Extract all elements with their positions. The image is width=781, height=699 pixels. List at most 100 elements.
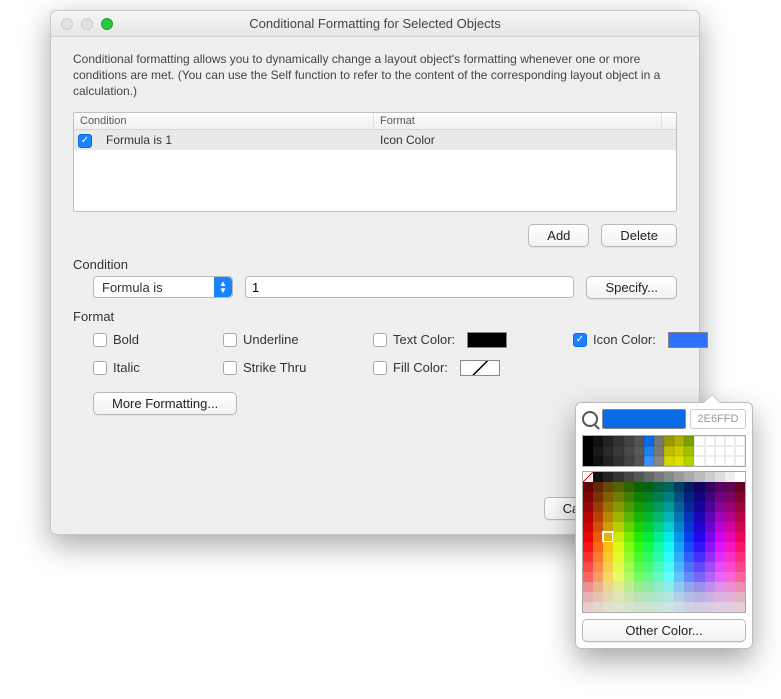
palette-cell[interactable] [664, 482, 674, 492]
palette-cell[interactable] [613, 502, 623, 512]
palette-cell[interactable] [694, 532, 704, 542]
palette-cell[interactable] [624, 552, 634, 562]
list-row[interactable]: ✓ Formula is 1 Icon Color [74, 130, 676, 150]
palette-cell[interactable] [664, 562, 674, 572]
palette-cell[interactable] [664, 582, 674, 592]
hex-value[interactable]: 2E6FFD [690, 409, 746, 429]
palette-cell[interactable] [593, 562, 603, 572]
palette-cell[interactable] [654, 522, 664, 532]
palette-cell[interactable] [715, 532, 725, 542]
palette-cell[interactable] [684, 542, 694, 552]
palette-cell[interactable] [624, 472, 634, 482]
palette-cell[interactable] [624, 456, 634, 466]
palette-cell[interactable] [613, 592, 623, 602]
palette-cell[interactable] [624, 446, 634, 456]
palette-cell[interactable] [674, 572, 684, 582]
palette-cell[interactable] [624, 436, 634, 446]
palette-cell[interactable] [694, 502, 704, 512]
palette-cell[interactable] [705, 552, 715, 562]
palette-cell[interactable] [725, 502, 735, 512]
icon-color-swatch[interactable] [668, 332, 708, 348]
palette-cell[interactable] [725, 562, 735, 572]
palette-cell[interactable] [664, 472, 674, 482]
palette-cell[interactable] [674, 502, 684, 512]
palette-cell[interactable] [725, 552, 735, 562]
palette-cell[interactable] [664, 592, 674, 602]
palette-cell[interactable] [705, 602, 715, 612]
palette-cell[interactable] [634, 446, 644, 456]
palette-cell[interactable] [634, 512, 644, 522]
palette-cell[interactable] [634, 552, 644, 562]
palette-cell[interactable] [634, 582, 644, 592]
palette-cell[interactable] [674, 582, 684, 592]
palette-cell[interactable] [593, 572, 603, 582]
palette-cell[interactable] [684, 492, 694, 502]
palette-cell[interactable] [634, 456, 644, 466]
palette-cell[interactable] [664, 522, 674, 532]
palette-cell[interactable] [583, 512, 593, 522]
palette-cell[interactable] [705, 436, 715, 446]
palette-cell[interactable] [684, 472, 694, 482]
palette-cell[interactable] [715, 436, 725, 446]
palette-cell[interactable] [705, 482, 715, 492]
palette-cell[interactable] [583, 562, 593, 572]
palette-cell[interactable] [684, 582, 694, 592]
palette-cell[interactable] [593, 532, 603, 542]
palette-cell[interactable] [715, 482, 725, 492]
palette-cell[interactable] [664, 572, 674, 582]
palette-cell[interactable] [644, 492, 654, 502]
palette-cell[interactable] [634, 436, 644, 446]
bold-checkbox[interactable]: Bold [93, 332, 223, 347]
palette-cell[interactable] [624, 522, 634, 532]
palette-cell[interactable] [715, 592, 725, 602]
palette-cell[interactable] [684, 446, 694, 456]
more-formatting-button[interactable]: More Formatting... [93, 392, 237, 415]
palette-cell[interactable] [735, 472, 745, 482]
palette-cell[interactable] [735, 572, 745, 582]
palette-cell[interactable] [644, 472, 654, 482]
palette-cell[interactable] [644, 502, 654, 512]
specify-button[interactable]: Specify... [586, 276, 677, 299]
palette-cell[interactable] [583, 572, 593, 582]
palette-cell[interactable] [603, 542, 613, 552]
palette-cell[interactable] [674, 592, 684, 602]
palette-cell[interactable] [654, 502, 664, 512]
palette-cell[interactable] [593, 492, 603, 502]
palette-cell[interactable] [603, 502, 613, 512]
palette-cell[interactable] [583, 482, 593, 492]
palette-cell[interactable] [634, 542, 644, 552]
underline-checkbox[interactable]: Underline [223, 332, 373, 347]
palette-cell[interactable] [735, 512, 745, 522]
palette-cell[interactable] [684, 512, 694, 522]
palette-cell[interactable] [583, 472, 593, 482]
palette-cell[interactable] [613, 582, 623, 592]
palette-cell[interactable] [644, 602, 654, 612]
palette-cell[interactable] [684, 602, 694, 612]
palette-cell[interactable] [705, 512, 715, 522]
add-button[interactable]: Add [528, 224, 589, 247]
palette-cell[interactable] [583, 522, 593, 532]
palette-cell[interactable] [654, 446, 664, 456]
palette-cell[interactable] [715, 562, 725, 572]
palette-cell[interactable] [705, 472, 715, 482]
palette-cell[interactable] [593, 446, 603, 456]
palette-cell[interactable] [644, 592, 654, 602]
fill-color-checkbox[interactable]: Fill Color: [373, 360, 573, 376]
palette-cell[interactable] [725, 602, 735, 612]
palette-cell[interactable] [735, 502, 745, 512]
palette-cell[interactable] [694, 472, 704, 482]
palette-cell[interactable] [583, 582, 593, 592]
palette-top[interactable] [582, 435, 746, 467]
condition-type-select[interactable]: Formula is ▲▼ [93, 276, 233, 298]
palette-cell[interactable] [735, 456, 745, 466]
palette-cell[interactable] [674, 482, 684, 492]
palette-cell[interactable] [613, 552, 623, 562]
palette-cell[interactable] [715, 522, 725, 532]
palette-cell[interactable] [735, 532, 745, 542]
palette-cell[interactable] [654, 482, 664, 492]
palette-cell[interactable] [654, 592, 664, 602]
palette-cell[interactable] [644, 446, 654, 456]
palette-cell[interactable] [593, 592, 603, 602]
palette-cell[interactable] [694, 456, 704, 466]
palette-cell[interactable] [684, 562, 694, 572]
